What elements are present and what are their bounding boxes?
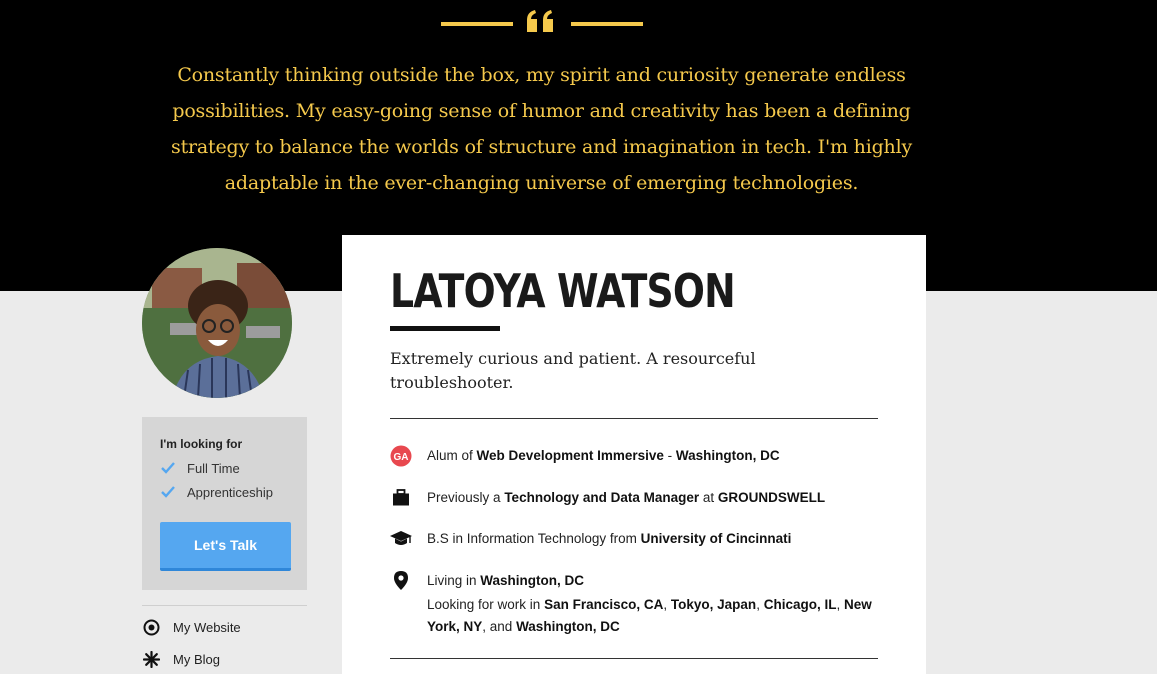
fact-role: Technology and Data Manager	[504, 490, 700, 505]
fact-text: Previously a	[427, 490, 501, 505]
quote-icon	[527, 10, 553, 32]
briefcase-icon	[393, 489, 409, 506]
fact-text: -	[667, 448, 673, 463]
svg-text:GA: GA	[394, 452, 409, 463]
my-blog-label: My Blog	[173, 652, 220, 667]
divider	[390, 658, 878, 659]
ga-logo-icon: GA	[390, 445, 412, 467]
fact-company: GROUNDSWELL	[717, 490, 826, 505]
graduation-cap-icon	[390, 531, 412, 545]
avatar	[142, 248, 292, 398]
looking-for-item-label: Full Time	[187, 460, 240, 476]
fact-text: ,	[663, 597, 668, 612]
fact-school: University of Cincinnati	[640, 531, 792, 546]
fact-city: Washington, DC	[516, 619, 620, 634]
fact-city: San Francisco, CA	[544, 597, 664, 612]
quote-text: Constantly thinking outside the box, my …	[171, 64, 912, 194]
fact-city: Chicago, IL	[763, 597, 837, 612]
fact-location: Washington, DC	[675, 448, 780, 463]
profile-card: LATOYA WATSON Extremely curious and pati…	[342, 235, 926, 674]
fact-text: Alum of	[427, 448, 473, 463]
check-icon	[161, 486, 175, 498]
fact-text: Living in	[427, 573, 477, 588]
looking-for-item: Apprenticeship	[160, 480, 307, 504]
fact-text: , and	[482, 619, 513, 634]
lets-talk-button[interactable]: Let's Talk	[160, 522, 291, 571]
fact-text: at	[702, 490, 715, 505]
fact-text: B.S in Information Technology from	[427, 531, 637, 546]
profile-name: LATOYA WATSON	[390, 264, 736, 318]
fact-city: Tokyo, Japan	[670, 597, 757, 612]
looking-for-item-label: Apprenticeship	[187, 484, 273, 500]
quote-rule-right	[571, 22, 643, 26]
my-blog-link[interactable]: My Blog	[143, 651, 220, 668]
looking-line: Looking for work in San Francisco, CA, T…	[427, 594, 887, 638]
looking-for-item: Full Time	[160, 456, 307, 480]
looking-for-panel: I'm looking for Full Time Apprenticeship…	[142, 417, 307, 590]
name-underline	[390, 326, 500, 331]
fact-text: ,	[756, 597, 760, 612]
my-website-label: My Website	[173, 620, 241, 635]
fact-text: ,	[836, 597, 841, 612]
fact-living-city: Washington, DC	[480, 573, 585, 588]
profile-tagline: Extremely curious and patient. A resourc…	[390, 349, 756, 392]
my-website-link[interactable]: My Website	[143, 619, 241, 636]
divider	[390, 418, 878, 419]
fact-text: Looking for work in	[427, 597, 541, 612]
sidebar-divider	[142, 605, 307, 606]
looking-for-title: I'm looking for	[160, 437, 243, 451]
fact-program: Web Development Immersive	[476, 448, 664, 463]
asterisk-icon	[143, 651, 160, 668]
target-icon	[143, 619, 160, 636]
check-icon	[161, 462, 175, 474]
map-pin-icon	[394, 571, 408, 590]
quote-rule-left	[441, 22, 513, 26]
living-line: Living in Washington, DC	[427, 570, 887, 592]
